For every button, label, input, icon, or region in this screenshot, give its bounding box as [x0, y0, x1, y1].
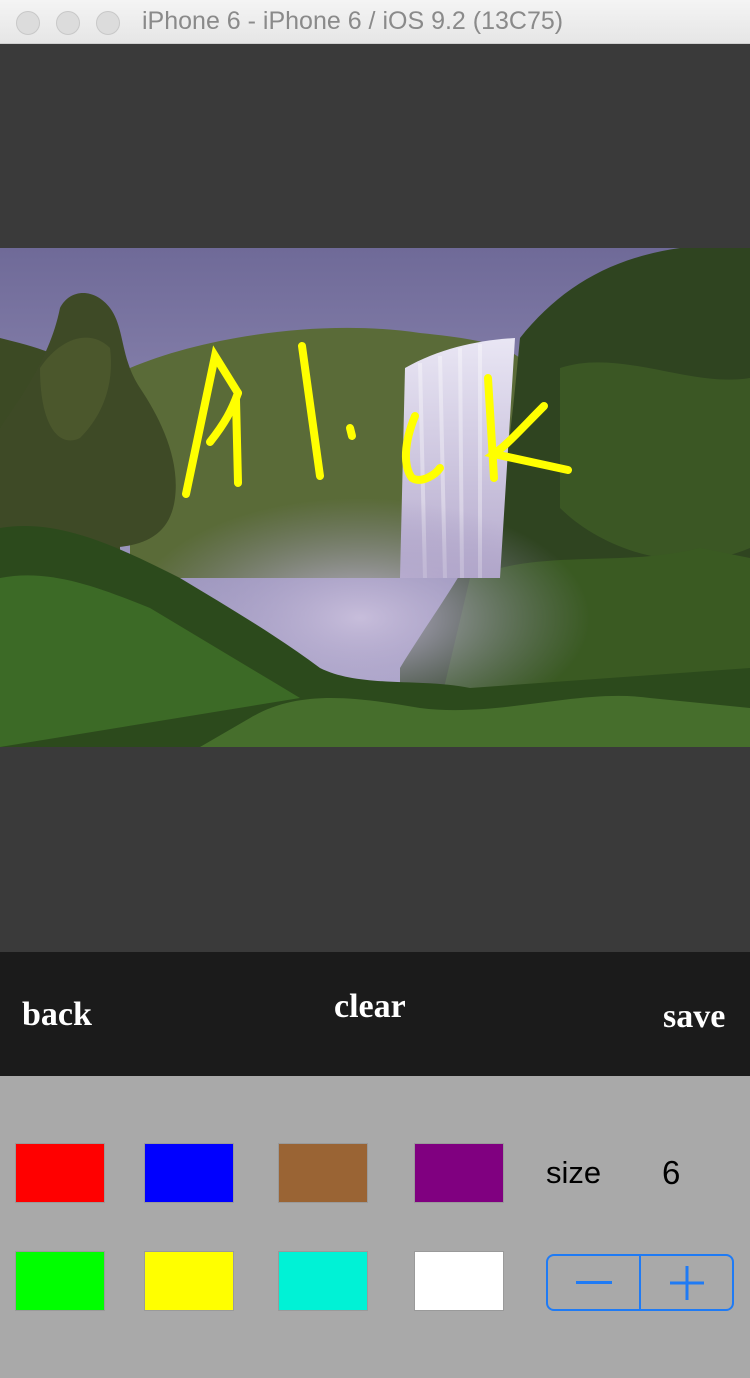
window-titlebar: iPhone 6 - iPhone 6 / iOS 9.2 (13C75)	[0, 0, 750, 44]
brush-size-value: 6	[662, 1154, 681, 1191]
clear-button[interactable]: clear	[334, 988, 406, 1026]
brush-size-stepper[interactable]	[546, 1254, 734, 1311]
waterfall-photo	[0, 248, 750, 747]
drawing-canvas[interactable]	[0, 44, 750, 952]
minimize-window-button[interactable]	[56, 11, 80, 35]
color-swatch-white[interactable]	[414, 1251, 504, 1311]
brush-palette: size 6	[0, 1076, 750, 1378]
window-title: iPhone 6 - iPhone 6 / iOS 9.2 (13C75)	[142, 7, 564, 35]
brush-size-label: size	[546, 1155, 602, 1190]
minus-icon	[575, 1280, 612, 1284]
color-swatch-blue[interactable]	[144, 1143, 234, 1203]
color-swatch-green[interactable]	[15, 1251, 105, 1311]
color-swatch-brown[interactable]	[278, 1143, 368, 1203]
color-swatch-purple[interactable]	[414, 1143, 504, 1203]
background-photo	[0, 248, 750, 747]
save-button[interactable]: save	[663, 998, 725, 1036]
back-button[interactable]: back	[22, 996, 92, 1034]
plus-icon	[669, 1265, 704, 1300]
color-swatch-cyan[interactable]	[278, 1251, 368, 1311]
action-bar: back clear save	[0, 952, 750, 1076]
close-window-button[interactable]	[16, 11, 40, 35]
zoom-window-button[interactable]	[96, 11, 120, 35]
color-swatch-yellow[interactable]	[144, 1251, 234, 1311]
increase-size-button[interactable]	[641, 1256, 732, 1309]
color-swatch-red[interactable]	[15, 1143, 105, 1203]
decrease-size-button[interactable]	[548, 1256, 639, 1309]
